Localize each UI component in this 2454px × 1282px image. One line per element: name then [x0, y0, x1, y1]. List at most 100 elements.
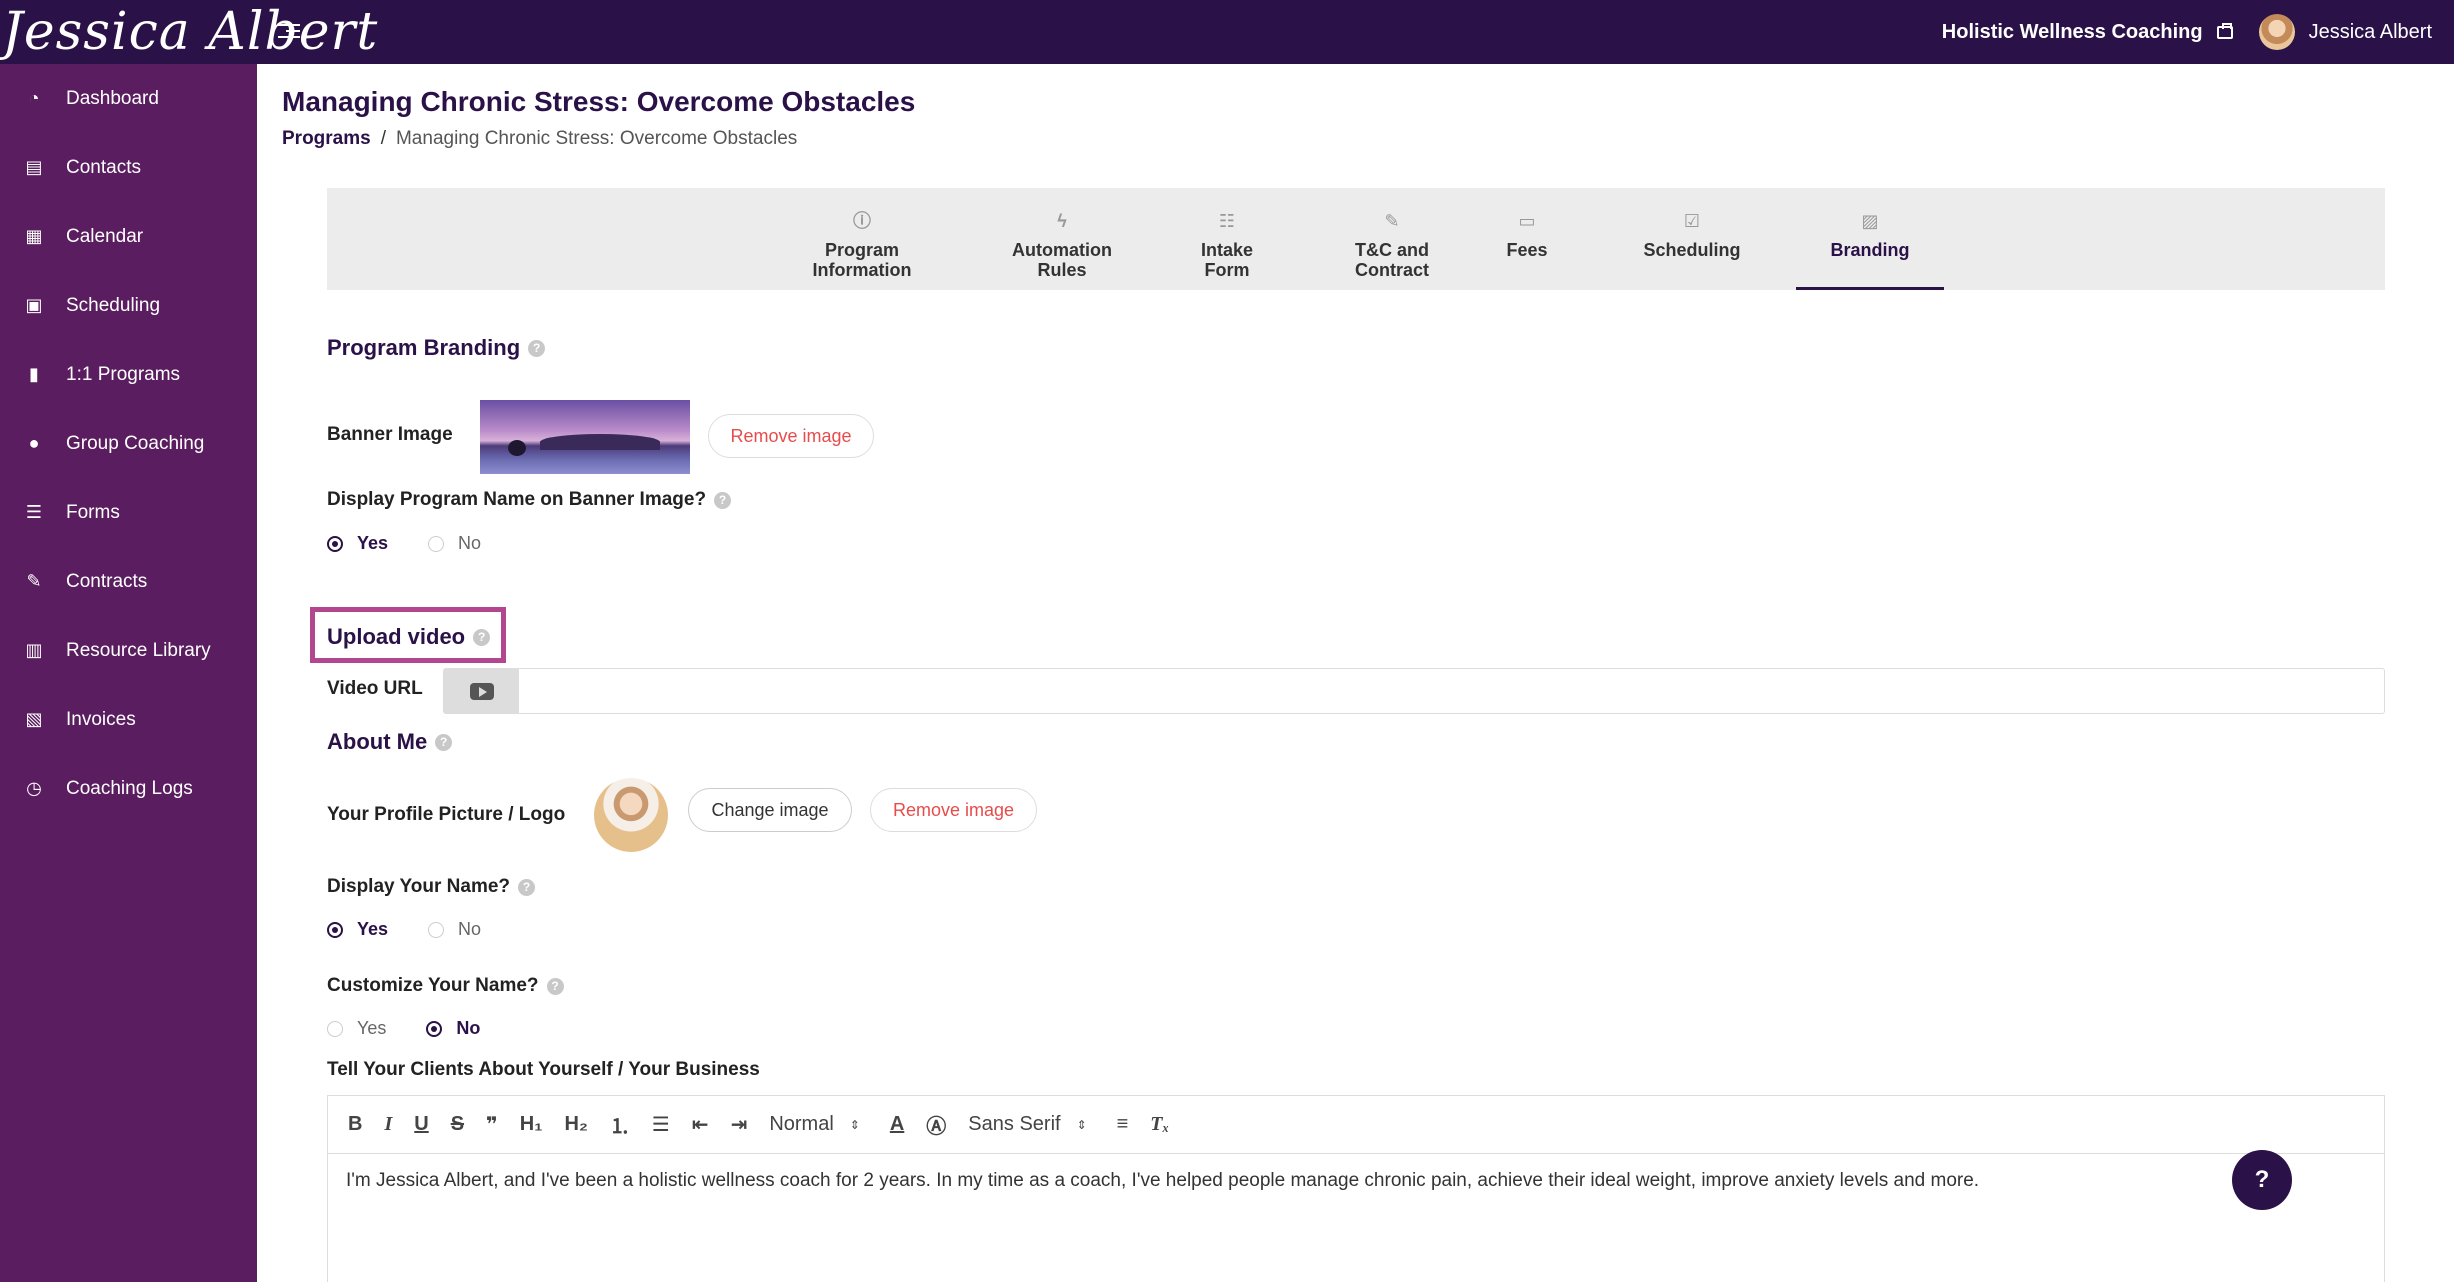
top-bar: Jessica Albert Holistic Wellness Coachin… [0, 0, 2454, 64]
tab-tc-contract[interactable]: ✎ T&C and Contract [1322, 188, 1462, 290]
display-your-name-label: Display Your Name? ? [327, 876, 536, 898]
tab-intake-form[interactable]: ☷ Intake Form [1177, 188, 1277, 290]
clock-icon: ◷ [26, 778, 42, 798]
editor-toolbar: B I U S ❞ H₁ H₂ ⒈ ☰ ⇤ ⇥ Normal ⇕ A Ⓐ San… [328, 1096, 2384, 1154]
editor-content[interactable]: I'm Jessica Albert, and I've been a holi… [328, 1154, 2384, 1208]
sidebar-item-scheduling[interactable]: ▣ Scheduling [0, 271, 257, 340]
underline-button[interactable]: U [414, 1113, 428, 1136]
strikethrough-button[interactable]: S [451, 1113, 464, 1136]
change-image-button[interactable]: Change image [688, 788, 852, 832]
font-select-value: Sans Serif [968, 1113, 1061, 1135]
sidebar-item-resource-library[interactable]: ▥ Resource Library [0, 616, 257, 685]
radio-dot[interactable] [426, 1020, 443, 1037]
company-name[interactable]: Holistic Wellness Coaching [1942, 21, 2203, 44]
sidebar-item-programs[interactable]: ▮ 1:1 Programs [0, 340, 257, 409]
checklist-icon: ☷ [1218, 211, 1236, 231]
tab-program-information[interactable]: ⓘ Program Information [787, 188, 937, 290]
sidebar-item-forms[interactable]: ☰ Forms [0, 478, 257, 547]
breadcrumb-programs-link[interactable]: Programs [282, 128, 371, 150]
sidebar-item-calendar[interactable]: ▦ Calendar [0, 202, 257, 271]
account-area: Holistic Wellness Coaching Jessica Alber… [1942, 0, 2432, 64]
radio-label: No [456, 1018, 481, 1038]
radio-no[interactable]: No [428, 919, 481, 940]
avatar[interactable] [2258, 14, 2295, 50]
radio-dot[interactable] [327, 1020, 343, 1037]
help-icon[interactable]: ? [518, 878, 536, 896]
rich-text-editor: B I U S ❞ H₁ H₂ ⒈ ☰ ⇤ ⇥ Normal ⇕ A Ⓐ San… [327, 1095, 2385, 1282]
header-select[interactable]: Normal ⇕ [769, 1113, 860, 1136]
tab-automation-rules[interactable]: ϟ Automation Rules [987, 188, 1137, 290]
help-icon[interactable]: ? [528, 339, 546, 357]
sidebar-item-invoices[interactable]: ▧ Invoices [0, 685, 257, 754]
breadcrumb-separator: / [380, 128, 386, 149]
radio-no[interactable]: No [428, 533, 481, 554]
radio-no[interactable]: No [426, 1018, 480, 1039]
radio-dot[interactable] [428, 535, 445, 552]
radio-dot[interactable] [428, 921, 445, 938]
menu-toggle-icon[interactable] [278, 20, 300, 42]
bullet-list-button[interactable]: ☰ [652, 1112, 670, 1137]
radio-dot[interactable] [327, 535, 343, 552]
briefcase-icon[interactable] [2216, 22, 2233, 39]
tab-label: Information [812, 260, 912, 280]
calendar-check-icon: ☑ [1683, 211, 1701, 231]
sidebar: ◔ Dashboard ▤ Contacts ▦ Calendar ▣ Sche… [0, 64, 257, 1282]
radio-yes[interactable]: Yes [327, 533, 388, 554]
help-icon[interactable]: ? [473, 628, 491, 646]
video-url-input[interactable] [443, 668, 2385, 714]
help-icon[interactable]: ? [714, 491, 732, 509]
help-icon[interactable]: ? [435, 733, 453, 751]
page-title: Managing Chronic Stress: Overcome Obstac… [282, 86, 916, 117]
brand-logo[interactable]: Jessica Albert [0, 0, 378, 64]
banner-image [480, 400, 690, 474]
remove-profile-image-button[interactable]: Remove image [870, 788, 1037, 832]
tab-label: Rules [1037, 260, 1087, 280]
font-select[interactable]: Sans Serif ⇕ [968, 1113, 1086, 1136]
bold-button[interactable]: B [348, 1113, 362, 1136]
calendar-icon: ▦ [25, 226, 43, 246]
tab-label: Contract [1354, 260, 1429, 280]
sidebar-item-group-coaching[interactable]: ● Group Coaching [0, 409, 257, 478]
ordered-list-button[interactable]: ⒈ [610, 1110, 630, 1139]
book-icon: ▮ [29, 364, 39, 384]
indent-button[interactable]: ⇥ [731, 1112, 748, 1137]
tab-label: Branding [1830, 240, 1910, 260]
text-color-button[interactable]: A [890, 1113, 904, 1136]
radio-yes[interactable]: Yes [327, 919, 388, 940]
info-icon: ⓘ [853, 211, 871, 231]
blockquote-button[interactable]: ❞ [486, 1112, 498, 1137]
sidebar-item-label: Contracts [66, 570, 148, 592]
video-url-label: Video URL [327, 678, 423, 699]
program-branding-title: Program Branding ? [327, 335, 546, 361]
sidebar-item-contacts[interactable]: ▤ Contacts [0, 133, 257, 202]
user-name[interactable]: Jessica Albert [2309, 21, 2432, 44]
sidebar-item-contracts[interactable]: ✎ Contracts [0, 547, 257, 616]
radio-label: Yes [357, 919, 389, 939]
remove-banner-button[interactable]: Remove image [708, 414, 874, 458]
help-icon[interactable]: ? [546, 977, 564, 995]
breadcrumb: Programs / Managing Chronic Stress: Over… [282, 128, 797, 150]
background-color-button[interactable]: Ⓐ [926, 1110, 946, 1139]
sidebar-item-dashboard[interactable]: ◔ Dashboard [0, 64, 257, 133]
radio-dot[interactable] [327, 921, 343, 938]
profile-picture [594, 778, 668, 852]
clear-format-button[interactable]: Tₓ [1150, 1113, 1169, 1136]
help-button[interactable]: ? [2232, 1150, 2292, 1210]
tab-fees[interactable]: ▭ Fees [1487, 188, 1567, 290]
align-button[interactable]: ≡ [1117, 1113, 1129, 1136]
tab-scheduling[interactable]: ☑ Scheduling [1627, 188, 1757, 290]
lightning-icon: ϟ [1057, 211, 1067, 231]
radio-yes[interactable]: Yes [327, 1018, 386, 1039]
dashboard-icon: ◔ [28, 88, 40, 108]
card-icon: ▭ [1518, 211, 1536, 231]
radio-label: Yes [357, 533, 389, 553]
contract-edit-icon: ✎ [1384, 211, 1400, 231]
heading1-button[interactable]: H₁ [520, 1113, 543, 1136]
display-program-name-label: Display Program Name on Banner Image? ? [327, 489, 732, 511]
italic-button[interactable]: I [384, 1113, 392, 1136]
outdent-button[interactable]: ⇤ [692, 1112, 709, 1137]
sidebar-item-coaching-logs[interactable]: ◷ Coaching Logs [0, 754, 257, 823]
sidebar-item-label: Dashboard [66, 87, 159, 109]
heading2-button[interactable]: H₂ [565, 1113, 588, 1136]
tab-branding[interactable]: ▨ Branding [1796, 188, 1944, 290]
